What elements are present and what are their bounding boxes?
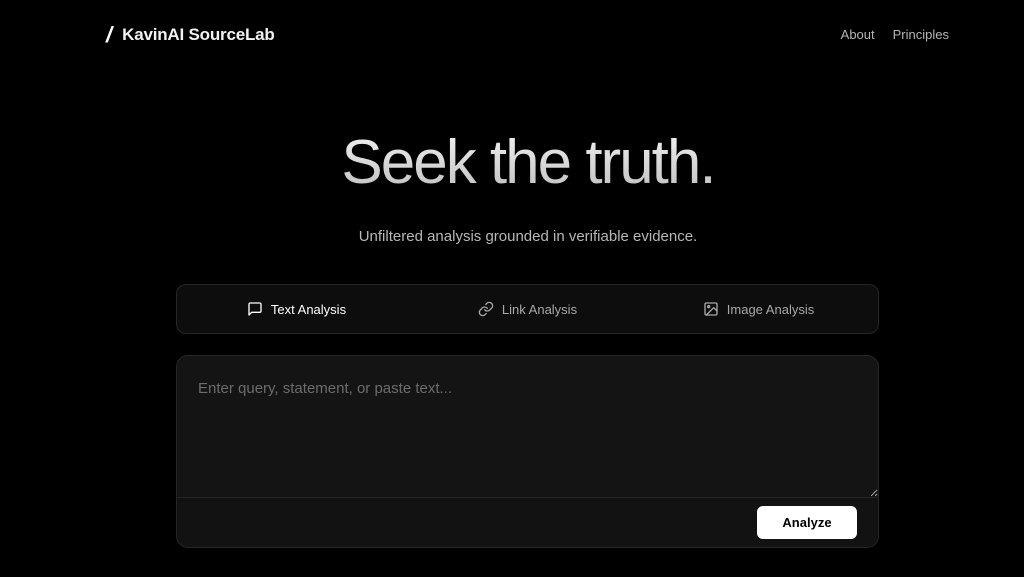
- nav-link-principles[interactable]: Principles: [893, 27, 949, 42]
- brand-name: KavinAI SourceLab: [122, 25, 275, 44]
- tab-label: Link Analysis: [501, 301, 578, 317]
- query-composer: Analyze: [176, 355, 879, 548]
- tab-label: Text Analysis: [270, 301, 347, 317]
- tab-link-analysis[interactable]: Link Analysis: [412, 289, 643, 329]
- tab-label: Image Analysis: [726, 301, 815, 317]
- analyze-button[interactable]: Analyze: [757, 506, 857, 539]
- brand-logo[interactable]: / KavinAI SourceLab: [106, 24, 275, 46]
- site-header: / KavinAI SourceLab About Principles: [0, 0, 1024, 70]
- image-icon: [704, 302, 718, 316]
- query-input[interactable]: [177, 356, 878, 497]
- hero-title: Seek the truth.: [0, 128, 1024, 198]
- hero-subtitle: Unfiltered analysis grounded in verifiab…: [358, 228, 698, 245]
- top-nav: About Principles: [841, 27, 949, 42]
- link-icon: [478, 301, 494, 317]
- message-square-icon: [248, 302, 262, 316]
- tab-image-analysis[interactable]: Image Analysis: [643, 289, 874, 329]
- nav-link-about[interactable]: About: [841, 27, 875, 42]
- analysis-mode-tabs: Text Analysis Link Analysis Image Analys…: [176, 284, 879, 334]
- brand-slash-mark: /: [106, 22, 113, 47]
- composer-footer: Analyze: [177, 497, 878, 547]
- tab-text-analysis[interactable]: Text Analysis: [181, 289, 412, 329]
